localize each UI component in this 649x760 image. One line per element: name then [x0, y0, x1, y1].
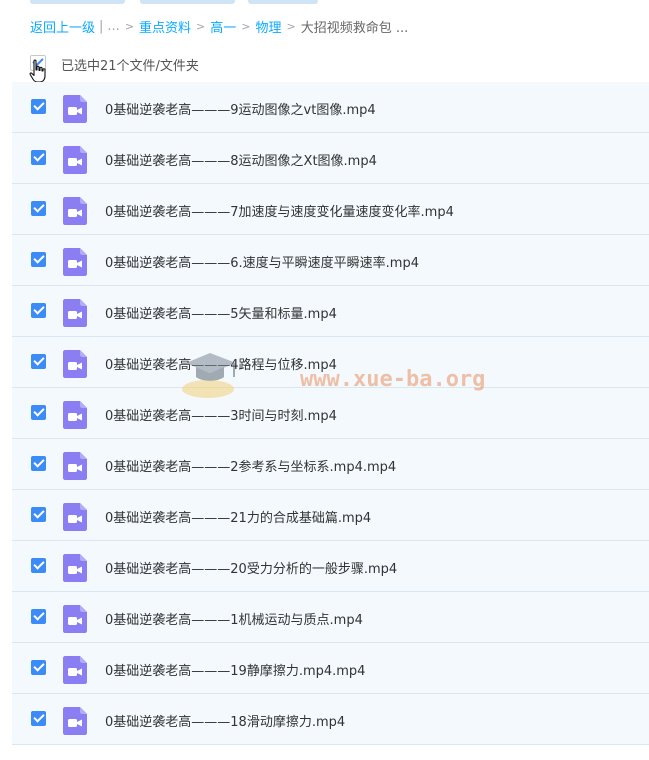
video-file-icon	[63, 95, 87, 123]
selection-bar: 已选中21个文件/文件夹	[0, 53, 649, 83]
video-file-icon	[63, 197, 87, 225]
file-name[interactable]: 0基础逆袭老高———21力的合成基础篇.mp4	[105, 507, 371, 526]
breadcrumb: 返回上一级 | ... > 重点资料 > 高一 > 物理 > 大招视频救命包 .…	[30, 17, 409, 36]
file-checkbox[interactable]	[31, 711, 46, 726]
chevron-right-icon: >	[124, 19, 135, 33]
file-name[interactable]: 0基础逆袭老高———9运动图像之vt图像.mp4	[105, 99, 376, 118]
file-checkbox[interactable]	[31, 507, 46, 522]
file-row[interactable]: 0基础逆袭老高———9运动图像之vt图像.mp4	[12, 82, 649, 133]
breadcrumb-item[interactable]: 高一	[210, 17, 236, 36]
video-file-icon	[63, 707, 87, 735]
file-checkbox[interactable]	[31, 660, 46, 675]
file-row[interactable]: 0基础逆袭老高———3时间与时刻.mp4	[12, 388, 649, 439]
breadcrumb-item[interactable]: 重点资料	[139, 17, 191, 36]
breadcrumb-divider: |	[99, 18, 104, 34]
file-checkbox[interactable]	[31, 609, 46, 624]
breadcrumb-item[interactable]: 物理	[256, 17, 282, 36]
file-checkbox[interactable]	[31, 99, 46, 114]
video-file-icon	[63, 350, 87, 378]
breadcrumb-current: 大招视频救命包 ...	[300, 20, 409, 36]
hand-cursor-icon	[29, 59, 46, 83]
video-file-icon	[63, 146, 87, 174]
file-row[interactable]: 0基础逆袭老高———1机械运动与质点.mp4	[12, 592, 649, 643]
file-name[interactable]: 0基础逆袭老高———6.速度与平瞬速度平瞬速率.mp4	[105, 252, 419, 271]
breadcrumb-ellipsis[interactable]: ...	[107, 19, 119, 34]
top-tab-strip	[0, 0, 649, 8]
file-checkbox[interactable]	[31, 201, 46, 216]
file-checkbox[interactable]	[31, 252, 46, 267]
selection-count-label: 已选中21个文件/文件夹	[61, 59, 199, 74]
file-row[interactable]: 0基础逆袭老高———8运动图像之Xt图像.mp4	[12, 133, 649, 184]
video-file-icon	[63, 554, 87, 582]
file-checkbox[interactable]	[31, 456, 46, 471]
video-file-icon	[63, 401, 87, 429]
file-name[interactable]: 0基础逆袭老高———1机械运动与质点.mp4	[105, 609, 363, 628]
video-file-icon	[63, 248, 87, 276]
file-name[interactable]: 0基础逆袭老高———2参考系与坐标系.mp4.mp4	[105, 456, 396, 475]
file-row[interactable]: 0基础逆袭老高———18滑动摩擦力.mp4	[12, 694, 649, 745]
chevron-right-icon: >	[196, 19, 206, 33]
file-row[interactable]: 0基础逆袭老高———7加速度与速度变化量速度变化率.mp4	[12, 184, 649, 235]
chevron-right-icon: >	[241, 19, 251, 33]
file-name[interactable]: 0基础逆袭老高———18滑动摩擦力.mp4	[105, 711, 345, 730]
video-file-icon	[63, 605, 87, 633]
file-checkbox[interactable]	[31, 405, 46, 420]
file-name[interactable]: 0基础逆袭老高———3时间与时刻.mp4	[105, 405, 337, 424]
file-row[interactable]: 0基础逆袭老高———21力的合成基础篇.mp4	[12, 490, 649, 541]
chevron-right-icon: >	[286, 19, 296, 33]
video-file-icon	[63, 452, 87, 480]
file-row[interactable]: 0基础逆袭老高———19静摩擦力.mp4.mp4	[12, 643, 649, 694]
file-row[interactable]: 0基础逆袭老高———6.速度与平瞬速度平瞬速率.mp4	[12, 235, 649, 286]
file-checkbox[interactable]	[31, 558, 46, 573]
video-file-icon	[63, 656, 87, 684]
file-name[interactable]: 0基础逆袭老高———4路程与位移.mp4	[105, 354, 337, 373]
file-row[interactable]: 0基础逆袭老高———4路程与位移.mp4	[12, 337, 649, 388]
file-checkbox[interactable]	[31, 303, 46, 318]
file-name[interactable]: 0基础逆袭老高———19静摩擦力.mp4.mp4	[105, 660, 365, 679]
file-checkbox[interactable]	[31, 354, 46, 369]
file-row[interactable]: 0基础逆袭老高———2参考系与坐标系.mp4.mp4	[12, 439, 649, 490]
file-checkbox[interactable]	[31, 150, 46, 165]
file-list: 0基础逆袭老高———9运动图像之vt图像.mp4 0基础逆袭老高———8运动图像…	[12, 82, 649, 745]
file-row[interactable]: 0基础逆袭老高———5矢量和标量.mp4	[12, 286, 649, 337]
video-file-icon	[63, 299, 87, 327]
file-row[interactable]: 0基础逆袭老高———20受力分析的一般步骤.mp4	[12, 541, 649, 592]
breadcrumb-back-link[interactable]: 返回上一级	[30, 17, 95, 36]
video-file-icon	[63, 503, 87, 531]
file-name[interactable]: 0基础逆袭老高———5矢量和标量.mp4	[105, 303, 337, 322]
file-name[interactable]: 0基础逆袭老高———7加速度与速度变化量速度变化率.mp4	[105, 201, 454, 220]
file-name[interactable]: 0基础逆袭老高———20受力分析的一般步骤.mp4	[105, 558, 397, 577]
file-name[interactable]: 0基础逆袭老高———8运动图像之Xt图像.mp4	[105, 150, 377, 169]
